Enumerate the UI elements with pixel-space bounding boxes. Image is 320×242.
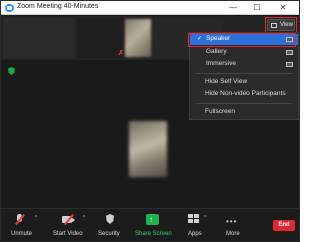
immersive-layout-icon	[286, 62, 293, 67]
minimize-button[interactable]: —	[223, 1, 243, 15]
encryption-shield-icon[interactable]	[8, 67, 15, 75]
zoom-app-icon	[5, 4, 14, 12]
zoom-window: Zoom Meeting 40-Minutes — ☐ ✕ ✗ View ✗ ✓…	[0, 0, 300, 242]
speaker-option-highlight	[188, 33, 296, 47]
title-bar: Zoom Meeting 40-Minutes — ☐ ✕	[1, 1, 299, 15]
security-label: Security	[98, 231, 120, 237]
active-speaker-video-blurred	[129, 121, 167, 177]
menu-item-fullscreen[interactable]: Fullscreen	[190, 107, 298, 118]
apps-label: Apps	[188, 231, 202, 237]
muted-mic-icon: ✗	[118, 50, 124, 57]
participant-thumbnail[interactable]	[3, 18, 75, 58]
apps-grid-icon	[188, 214, 201, 225]
muted-microphone-icon	[13, 214, 26, 225]
share-screen-button[interactable]: ↑ Share Screen	[133, 209, 173, 241]
video-off-icon	[62, 214, 75, 225]
end-meeting-button[interactable]: End	[273, 220, 295, 231]
menu-item-immersive[interactable]: Immersive	[190, 59, 298, 70]
apps-options-caret-icon[interactable]: ^	[204, 215, 206, 221]
menu-item-hide-self-view[interactable]: Hide Self View	[190, 77, 298, 88]
share-screen-label: Share Screen	[135, 231, 172, 237]
menu-item-label: Gallery	[206, 48, 227, 55]
menu-item-hide-non-video[interactable]: Hide Non-video Participants	[190, 89, 298, 100]
menu-item-label: Hide Non-video Participants	[205, 90, 286, 97]
menu-divider	[196, 73, 292, 74]
share-arrow-icon: ↑	[149, 215, 153, 224]
window-title: Zoom Meeting 40-Minutes	[17, 3, 99, 10]
maximize-button[interactable]: ☐	[247, 1, 267, 15]
menu-item-label: Hide Self View	[205, 78, 248, 85]
unmute-label: Unmute	[11, 231, 33, 237]
apps-button[interactable]: ^ Apps	[184, 209, 212, 241]
start-video-label: Start Video	[53, 231, 83, 237]
gallery-layout-icon	[286, 50, 293, 55]
share-screen-icon: ↑	[146, 214, 159, 225]
view-button[interactable]: View	[267, 19, 295, 31]
security-button[interactable]: Security	[97, 209, 123, 241]
start-video-button[interactable]: ^ Start Video	[51, 209, 91, 241]
more-dots-icon: •••	[226, 217, 238, 226]
video-options-caret-icon[interactable]: ^	[83, 215, 85, 221]
menu-item-gallery[interactable]: Gallery	[190, 47, 298, 58]
audio-options-caret-icon[interactable]: ^	[35, 215, 37, 221]
menu-item-label: Fullscreen	[205, 108, 235, 115]
view-button-label: View	[280, 22, 293, 28]
menu-item-label: Immersive	[206, 60, 236, 67]
more-button[interactable]: ••• More	[223, 209, 249, 241]
close-button[interactable]: ✕	[273, 1, 293, 15]
unmute-button[interactable]: ^ Unmute	[9, 209, 43, 241]
security-shield-icon	[103, 214, 116, 225]
more-label: More	[226, 231, 240, 237]
participant-video-blurred	[125, 19, 151, 57]
grid-view-icon	[271, 23, 277, 28]
meeting-toolbar: ^ Unmute ^ Start Video Security ↑ Share …	[1, 208, 299, 241]
menu-divider	[196, 103, 292, 104]
